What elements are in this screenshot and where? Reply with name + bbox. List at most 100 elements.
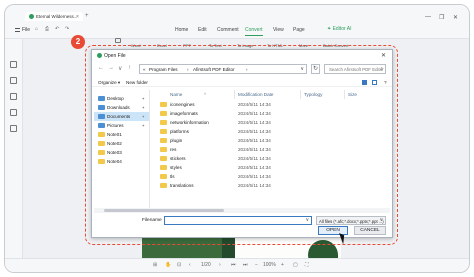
file-row[interactable]: networkinformation 2024/5/11 14:34 (154, 118, 390, 127)
nav-item-note03[interactable]: Note03 (94, 148, 149, 157)
menu-convert[interactable]: Convert (245, 27, 263, 36)
maximize-icon[interactable]: ❐ (439, 14, 444, 21)
help-icon[interactable]: ? (384, 80, 387, 85)
menu-view[interactable]: View (273, 27, 284, 33)
app-logo-icon (29, 14, 34, 19)
file-date: 2024/5/11 14:34 (238, 165, 271, 170)
filename-input[interactable]: ∨ (164, 216, 312, 225)
document-tab[interactable]: Eternal Wilderness... (25, 12, 83, 21)
dialog-close-icon[interactable]: ✕ (381, 52, 386, 59)
file-row[interactable]: styles 2024/5/11 14:34 (154, 163, 390, 172)
nav-item-note04[interactable]: Note04 (94, 157, 149, 166)
address-dropdown-icon[interactable]: ∨ (300, 66, 304, 72)
editor-ai-button[interactable]: ✦ Editor AI (327, 26, 351, 32)
close-window-icon[interactable]: ✕ (453, 14, 458, 21)
horizontal-scrollbar[interactable] (94, 208, 390, 213)
tab-close-icon[interactable]: × (76, 14, 79, 20)
menu-page[interactable]: Page (293, 27, 305, 33)
nav-item-pictures[interactable]: Pictures ✦ (94, 121, 149, 130)
up-folder-icon[interactable]: ↑ (128, 65, 131, 71)
file-row[interactable]: plugin 2024/5/11 14:34 (154, 136, 390, 145)
forward-arrow-icon[interactable]: → (108, 65, 114, 71)
minimize-icon[interactable]: — (425, 14, 431, 20)
nav-item-desktop[interactable]: Desktop ✦ (94, 94, 149, 103)
page-indicator[interactable]: 1/20 (201, 262, 211, 268)
fit-page-icon[interactable]: ⊞ (153, 262, 157, 268)
folder-icon (160, 174, 167, 179)
print-icon[interactable]: ⎙ (45, 26, 49, 32)
fullscreen-icon[interactable]: ⛶ (305, 262, 309, 268)
menu-comment[interactable]: Comment (217, 27, 239, 33)
dialog-navigation-row: ← → ∨ ↑ « Program Files › Afirstsoft PDF… (92, 64, 392, 75)
last-page-icon[interactable]: ⏭ (243, 262, 248, 268)
column-modification-date[interactable]: Modification Date (238, 92, 274, 97)
hand-tool-icon[interactable]: ✋ (165, 262, 171, 268)
details-view-icon[interactable] (372, 80, 377, 85)
select-tool-icon[interactable]: ⊡ (177, 262, 181, 268)
zoom-out-icon[interactable]: − (255, 262, 258, 268)
breadcrumb-program-files[interactable]: Program Files (149, 67, 178, 72)
menu-edit[interactable]: Edit (198, 27, 207, 33)
list-view-icon[interactable] (362, 80, 367, 85)
nav-item-note02[interactable]: Note02 (94, 139, 149, 148)
back-arrow-icon[interactable]: ← (98, 65, 104, 71)
documents-folder-icon (98, 114, 105, 119)
breadcrumb-overflow[interactable]: « (143, 67, 146, 72)
column-divider[interactable] (234, 90, 235, 99)
cancel-button[interactable]: CANCEL (354, 226, 386, 235)
save-icon[interactable]: ⌂ (35, 26, 38, 32)
nav-item-label: Note04 (107, 159, 122, 164)
nav-item-note01[interactable]: Note01 (94, 130, 149, 139)
file-row[interactable]: stickers 2024/5/11 14:34 (154, 154, 390, 163)
column-typology[interactable]: Typology (304, 92, 322, 97)
undo-icon[interactable]: ↶ (55, 26, 59, 32)
first-page-icon[interactable]: ⏮ (231, 262, 236, 268)
next-page-icon[interactable]: › (219, 262, 221, 268)
new-folder-button[interactable]: New folder (126, 80, 148, 85)
zoom-level[interactable]: 100% (263, 262, 276, 268)
column-divider[interactable] (300, 90, 301, 99)
refresh-icon[interactable]: ↻ (311, 64, 320, 74)
downloads-folder-icon (98, 105, 105, 110)
bookmark-icon[interactable] (10, 77, 17, 84)
file-row[interactable]: tls 2024/5/11 14:34 (154, 172, 390, 181)
column-name[interactable]: Name (170, 92, 182, 97)
file-row[interactable]: imageformats 2024/5/11 14:34 (154, 109, 390, 118)
zoom-in-icon[interactable]: + (281, 262, 284, 268)
scrollbar-thumb[interactable] (104, 209, 224, 212)
search-icon[interactable]: ⌕ (380, 66, 383, 72)
address-bar[interactable]: « Program Files › Afirstsoft PDF Editor … (139, 64, 307, 74)
search-box[interactable]: Search Afirstsoft PDF Editor ⌕ (324, 64, 386, 74)
redo-icon[interactable]: ↷ (65, 26, 69, 32)
file-row[interactable]: iconengines 2024/5/11 14:34 (154, 100, 390, 109)
prev-page-icon[interactable]: ‹ (189, 262, 191, 268)
attachment-icon[interactable] (10, 109, 17, 116)
comments-icon[interactable] (10, 93, 17, 100)
filename-label: Filename (142, 218, 162, 223)
file-row[interactable]: platforms 2024/5/11 14:34 (154, 127, 390, 136)
nav-item-documents[interactable]: Documents ✦ (94, 112, 149, 121)
menu-home[interactable]: Home (175, 27, 188, 33)
thumbnails-icon[interactable] (10, 61, 17, 68)
nav-item-downloads[interactable]: Downloads ✦ (94, 103, 149, 112)
file-row[interactable]: res 2024/5/11 14:34 (154, 145, 390, 154)
recent-locations-icon[interactable]: ∨ (118, 65, 122, 72)
file-type-filter[interactable]: All files (*.afc;*.docx;*.pptx;*.ppt ...… (316, 216, 386, 225)
filename-dropdown-icon[interactable]: ∨ (305, 218, 309, 223)
column-divider[interactable] (344, 90, 345, 99)
filename-row: Filename ∨ All files (*.afc;*.docx;*.ppt… (92, 216, 392, 226)
file-date: 2024/5/11 14:34 (238, 156, 271, 161)
breadcrumb-separator: › (246, 67, 248, 72)
search-panel-icon[interactable] (10, 125, 17, 132)
organize-menu[interactable]: Organize ▾ (98, 80, 120, 86)
folder-icon (160, 102, 167, 107)
fit-width-icon[interactable]: ▢ (293, 262, 298, 268)
column-size[interactable]: Size (348, 92, 357, 97)
breadcrumb-afirstsoft[interactable]: Afirstsoft PDF Editor (193, 67, 235, 72)
file-row[interactable]: translations 2024/5/11 14:34 (154, 181, 390, 190)
new-tab-icon[interactable]: + (85, 13, 89, 19)
folder-icon (98, 132, 105, 137)
pin-icon: ✦ (141, 96, 145, 101)
file-menu[interactable]: File (15, 27, 30, 33)
filter-dropdown-icon[interactable]: ∨ (379, 218, 383, 223)
